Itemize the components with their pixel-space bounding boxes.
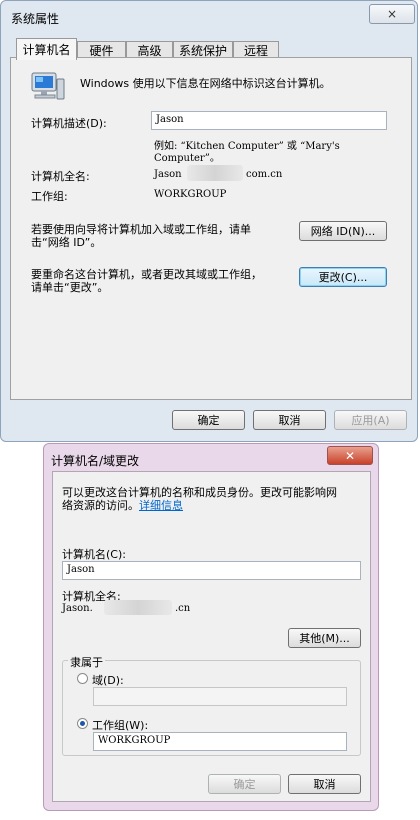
workgroup-value: WORKGROUP [154,189,227,200]
ok-button: 确定 [208,774,281,794]
system-properties-window: 系统属性 × 计算机名 硬件 高级 系统保护 远程 Windows 使用以下信息… [0,0,418,442]
dialog-title: 计算机名/域更改 [51,454,140,468]
close-button[interactable]: × [369,4,415,24]
redacted-block [104,600,172,615]
full-name-suffix: com.cn [246,169,283,180]
radio-selected-dot [80,721,85,726]
member-of-label: 隶属于 [68,654,105,670]
computer-icon [31,72,65,100]
redacted-block [187,165,243,181]
more-info-link[interactable]: 详细信息 [139,499,183,512]
full-name-prefix: Jason [154,169,182,180]
example-text-2: Computer”。 [154,153,220,164]
cancel-button[interactable]: 取消 [288,774,361,794]
apply-button: 应用(A) [334,410,407,430]
computer-name-dialog: 计算机名/域更改 ✕ 可以更改这台计算机的名称和成员身份。更改可能影响网 络资源… [43,443,379,811]
network-id-button[interactable]: 网络 ID(N)... [299,221,387,241]
description-label: 计算机描述(D): [31,117,107,130]
intro-text: Windows 使用以下信息在网络中标识这台计算机。 [80,77,331,90]
domain-radio[interactable] [77,673,88,684]
full-name-prefix: Jason. [62,603,93,614]
computer-name-label: 计算机名(C): [62,548,126,561]
full-name-label: 计算机全名: [31,170,90,183]
window-title: 系统属性 [11,12,60,26]
info-text-2-body: 络资源的访问。 [62,499,139,512]
workgroup-radio[interactable] [77,718,88,729]
tab-computer-name[interactable]: 计算机名 [16,38,77,60]
info-text-2: 络资源的访问。详细信息 [62,497,183,513]
workgroup-label: 工作组(W): [92,719,149,732]
full-name-suffix: .cn [175,603,191,614]
ok-button[interactable]: 确定 [172,410,245,430]
wizard-text-2: 击“网络 ID”。 [31,236,102,249]
close-button[interactable]: ✕ [327,446,373,465]
rename-text-2: 请单击“更改”。 [31,281,109,294]
domain-label: 域(D): [92,674,124,687]
workgroup-input[interactable]: WORKGROUP [93,732,347,751]
change-button[interactable]: 更改(C)... [299,267,387,287]
cancel-button[interactable]: 取消 [253,410,326,430]
description-input[interactable]: Jason [151,111,387,130]
workgroup-label: 工作组: [31,190,68,203]
computer-name-input[interactable]: Jason [62,561,361,580]
more-button[interactable]: 其他(M)... [288,628,361,648]
domain-input [93,687,347,706]
